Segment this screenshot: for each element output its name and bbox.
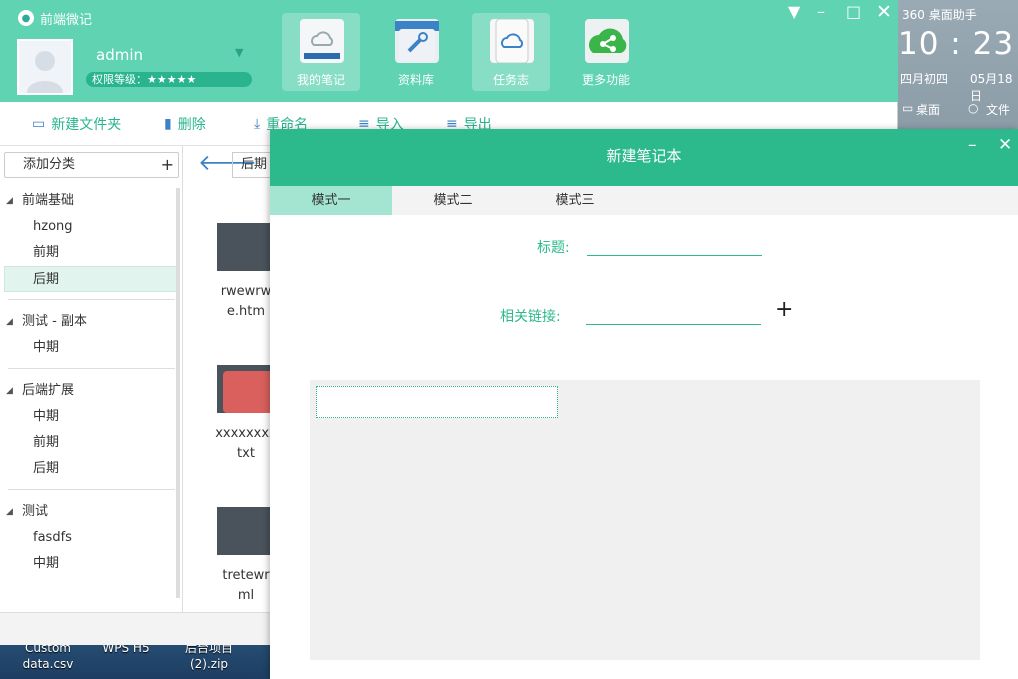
tab-mode-2[interactable]: 模式二 xyxy=(392,186,514,215)
close-icon[interactable]: ✕ xyxy=(876,2,892,22)
monitor-icon[interactable]: ▭ xyxy=(902,101,913,115)
tab-mode-1[interactable]: 模式一 xyxy=(270,186,392,215)
tree-item[interactable]: fasdfs xyxy=(0,525,182,551)
nav-label: 任务志 xyxy=(492,73,529,87)
maximize-icon[interactable]: □ xyxy=(846,2,861,22)
nav-tasks[interactable]: 任务志 xyxy=(472,13,550,91)
dialog-title: 新建笔记本 xyxy=(606,147,682,165)
app-logo-icon: ● xyxy=(18,10,34,26)
divider xyxy=(8,368,175,369)
tree-item-selected[interactable]: 后期 xyxy=(4,266,179,292)
file-thumbnail[interactable] xyxy=(217,223,277,271)
delete-label: 删除 xyxy=(177,117,206,133)
app-header: ● 前端微记 admin ▼ 权限等级：★★★★★ 我的笔记 资料库 任务志 更… xyxy=(0,0,898,102)
divider xyxy=(8,489,175,490)
nav-label: 更多功能 xyxy=(581,73,630,87)
user-level-badge: 权限等级：★★★★★ xyxy=(86,72,252,87)
file-thumbnail[interactable] xyxy=(217,507,277,555)
tree-item[interactable]: 中期 xyxy=(0,551,182,577)
link-label: 相关链接: xyxy=(500,309,561,325)
tree-group[interactable]: ◢ 测试 - 副本 xyxy=(0,309,182,335)
tree-group[interactable]: ◢ 测试 xyxy=(0,499,182,525)
avatar[interactable] xyxy=(17,39,73,95)
category-sidebar: 添加分类 + ◢ 前端基础 hzong 前期 后期 ◢ 测试 - 副本 中期 ◢ 后端… xyxy=(0,146,183,612)
tab-mode-3[interactable]: 模式三 xyxy=(514,186,636,215)
file-thumbnail[interactable] xyxy=(217,365,277,413)
widget-clock: 10 : 23 xyxy=(898,26,1015,62)
rename-icon: ⤓ xyxy=(254,116,261,132)
user-silhouette-icon xyxy=(19,41,71,93)
link-input[interactable] xyxy=(586,305,761,325)
new-folder-button[interactable]: ▭ 新建文件夹 xyxy=(32,114,121,134)
add-category-button[interactable]: 添加分类 + xyxy=(4,152,179,178)
close-icon[interactable]: ✕ xyxy=(998,135,1012,155)
tree-item[interactable]: 后期 xyxy=(0,456,182,482)
widget-title: 360 桌面助手 xyxy=(902,8,977,22)
tree-item[interactable]: 前期 xyxy=(0,240,182,266)
add-category-label: 添加分类 xyxy=(23,157,76,172)
minimize-icon[interactable]: – xyxy=(968,135,977,155)
toolbox-icon xyxy=(395,19,439,63)
tree-item[interactable]: hzong xyxy=(0,214,182,240)
notebook-cloud-icon xyxy=(300,19,344,63)
search-icon[interactable]: ○ xyxy=(968,101,978,115)
new-folder-label: 新建文件夹 xyxy=(51,117,122,133)
title-label: 标题: xyxy=(537,240,570,256)
username: admin xyxy=(96,46,143,64)
collapse-triangle-icon[interactable]: ◢ xyxy=(6,309,13,335)
collapse-triangle-icon[interactable]: ◢ xyxy=(6,499,13,525)
category-tree: ◢ 前端基础 hzong 前期 后期 ◢ 测试 - 副本 中期 ◢ 后端扩展 中期 前… xyxy=(0,188,182,577)
delete-button[interactable]: ▮ 删除 xyxy=(164,114,206,134)
dialog-header: 新建笔记本 – ✕ xyxy=(270,129,1018,186)
app-title-bar: ● 前端微记 xyxy=(18,8,92,28)
tree-item[interactable]: 中期 xyxy=(0,335,182,361)
group-label: 测试 xyxy=(22,504,49,519)
tree-item[interactable]: 前期 xyxy=(0,430,182,456)
new-notebook-dialog: 新建笔记本 – ✕ 模式一 模式二 模式三 标题: 相关链接: + xyxy=(270,129,1018,679)
nav-more[interactable]: 更多功能 xyxy=(567,13,645,91)
widget-file-link[interactable]: 文件 xyxy=(986,101,1010,118)
add-link-button[interactable]: + xyxy=(775,297,793,322)
group-label: 测试 - 副本 xyxy=(22,314,87,329)
group-label: 前端基础 xyxy=(22,193,75,208)
folder-icon: ▭ xyxy=(32,116,46,132)
tree-item[interactable]: 中期 xyxy=(0,404,182,430)
nav-label: 我的笔记 xyxy=(296,73,345,87)
editor-text-field[interactable] xyxy=(316,386,558,418)
widget-lunar-date: 四月初四 xyxy=(900,72,949,86)
nav-my-notes[interactable]: 我的笔记 xyxy=(282,13,360,91)
nav-library[interactable]: 资料库 xyxy=(377,13,455,91)
desktop-widget-360: 360 桌面助手 10 : 23 四月初四 05月18日 ▭ 桌面 ○ 文件 xyxy=(898,0,1018,130)
collapse-triangle-icon[interactable]: ◢ xyxy=(6,188,13,214)
share-cloud-icon xyxy=(585,19,629,63)
app-title: 前端微记 xyxy=(40,12,93,28)
mode-tabs: 模式一 模式二 模式三 xyxy=(270,186,1018,215)
user-dropdown-icon[interactable]: ▼ xyxy=(235,46,243,59)
menu-dropdown-icon[interactable]: ▼ xyxy=(788,2,800,22)
plus-icon[interactable]: + xyxy=(161,153,174,177)
divider xyxy=(8,299,175,300)
collapse-triangle-icon[interactable]: ◢ xyxy=(6,378,13,404)
group-label: 后端扩展 xyxy=(22,383,75,398)
note-editor-area[interactable] xyxy=(310,380,980,660)
widget-desk-link[interactable]: 桌面 xyxy=(916,101,940,118)
nav-label: 资料库 xyxy=(397,73,434,87)
tree-group[interactable]: ◢ 前端基础 xyxy=(0,188,182,214)
sidebar-scrollbar[interactable] xyxy=(176,188,180,598)
minimize-icon[interactable]: – xyxy=(817,2,825,22)
title-input[interactable] xyxy=(587,236,762,256)
tablet-cloud-icon xyxy=(490,18,534,64)
tree-group[interactable]: ◢ 后端扩展 xyxy=(0,378,182,404)
trash-icon: ▮ xyxy=(164,116,172,132)
